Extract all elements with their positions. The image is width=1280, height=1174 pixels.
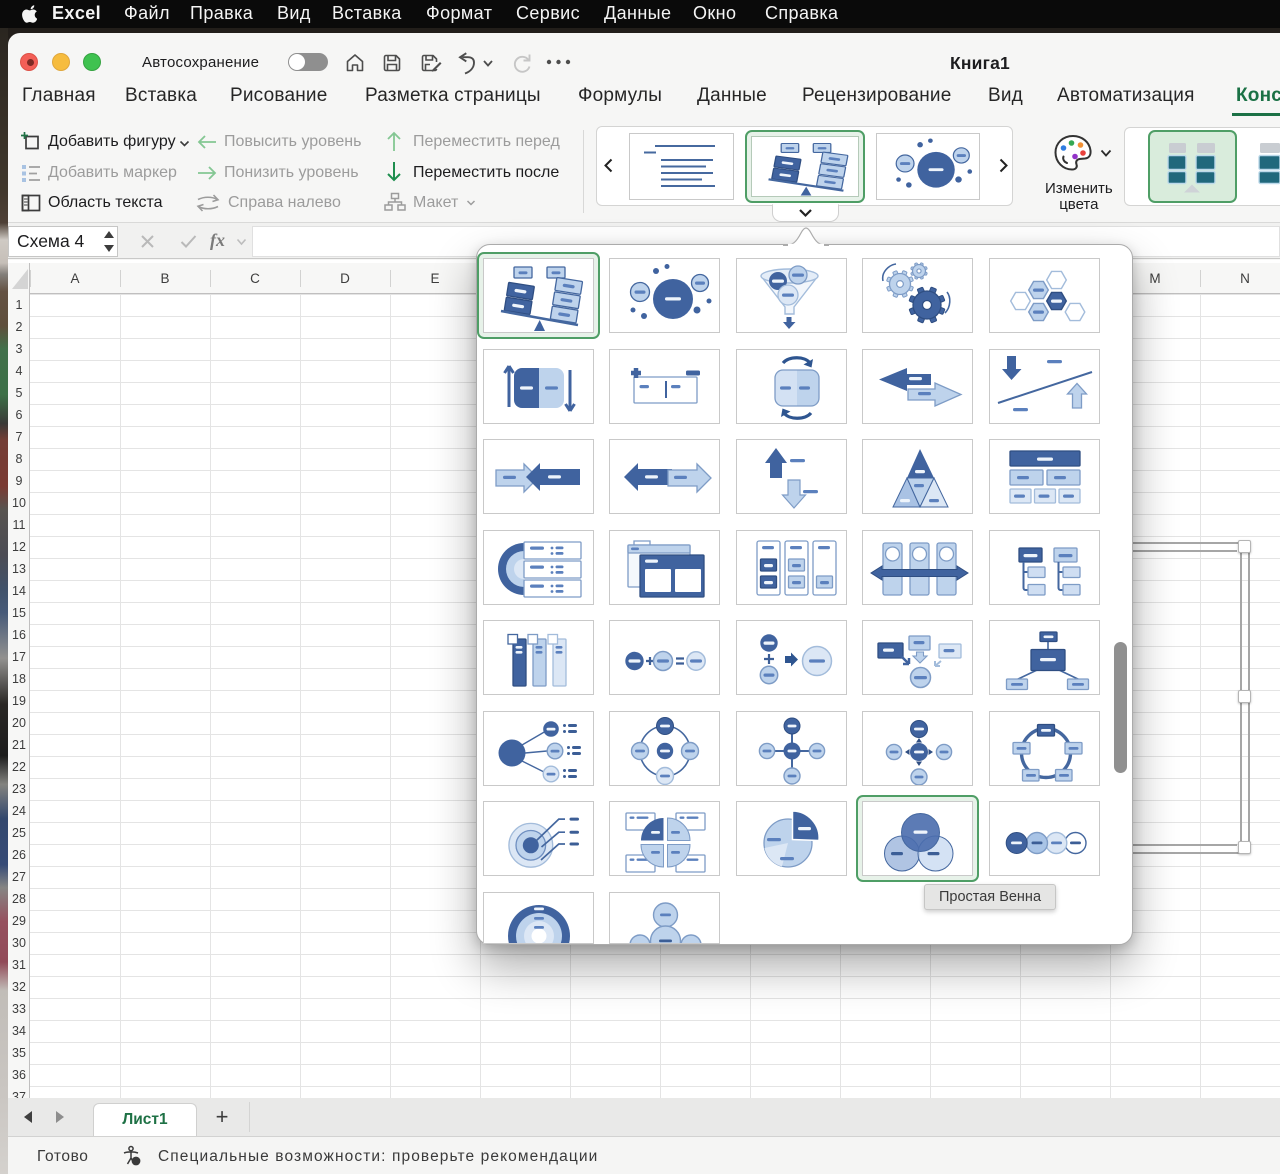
svg-text:!: ! [135, 1157, 138, 1166]
